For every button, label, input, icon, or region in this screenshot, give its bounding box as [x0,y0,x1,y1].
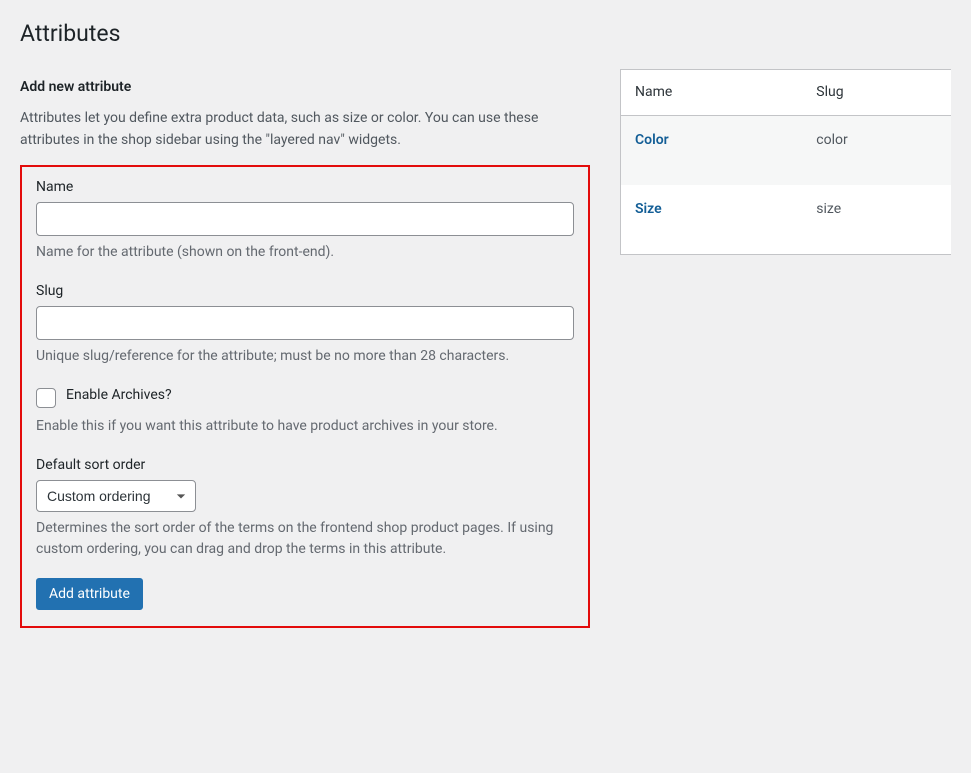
table-header-row: Name Slug [621,69,952,115]
sort-order-field: Default sort order Custom ordering Deter… [36,455,574,560]
add-attribute-form: Name Name for the attribute (shown on th… [20,165,590,628]
col-header-slug: Slug [802,69,951,115]
slug-description: Unique slug/reference for the attribute;… [36,346,574,367]
attribute-slug: size [802,185,951,255]
col-header-name: Name [621,69,803,115]
enable-archives-label[interactable]: Enable Archives? [66,385,172,406]
attribute-name-link[interactable]: Color [635,132,669,148]
attribute-name-link[interactable]: Size [635,201,662,217]
columns: Add new attribute Attributes let you def… [20,69,951,628]
sort-order-label: Default sort order [36,455,574,476]
add-attribute-column: Add new attribute Attributes let you def… [20,69,590,628]
attributes-page: Attributes Add new attribute Attributes … [0,0,971,628]
name-input[interactable] [36,202,574,236]
name-field: Name Name for the attribute (shown on th… [36,177,574,263]
name-label: Name [36,177,574,198]
slug-input[interactable] [36,306,574,340]
archives-description: Enable this if you want this attribute t… [36,416,574,437]
name-description: Name for the attribute (shown on the fro… [36,242,574,263]
sort-order-select[interactable]: Custom ordering [36,480,196,512]
attributes-table-column: Name Slug Color color Size size [620,69,951,255]
attribute-slug: color [802,115,951,185]
slug-label: Slug [36,281,574,302]
slug-field: Slug Unique slug/reference for the attri… [36,281,574,367]
add-attribute-intro: Attributes let you define extra product … [20,108,590,151]
add-attribute-heading: Add new attribute [20,77,590,98]
page-title: Attributes [20,10,951,69]
archives-field: Enable Archives? Enable this if you want… [36,385,574,437]
table-row: Color color [621,115,952,185]
table-row: Size size [621,185,952,255]
sort-order-description: Determines the sort order of the terms o… [36,518,574,560]
enable-archives-checkbox[interactable] [36,388,56,408]
attributes-table: Name Slug Color color Size size [620,69,951,255]
add-attribute-button[interactable]: Add attribute [36,578,143,610]
